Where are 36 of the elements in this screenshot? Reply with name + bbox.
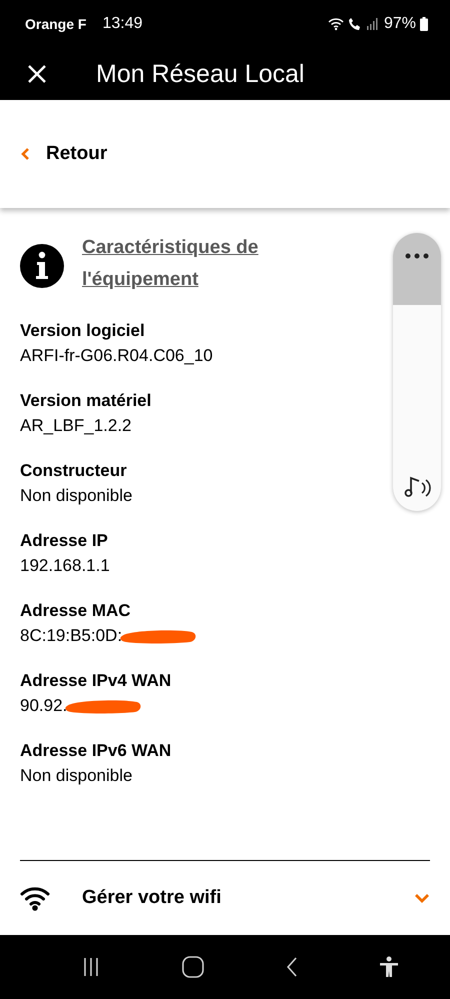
sound-icon[interactable] — [403, 475, 433, 499]
back-link[interactable]: Retour — [20, 143, 108, 165]
section-title-link[interactable]: Caractéristiques de l'équipement — [82, 232, 302, 296]
field-value: ARFI-fr-G06.R04.C06_10 — [20, 345, 213, 367]
wifi-icon — [328, 17, 344, 31]
field-value: 192.168.1.1 — [20, 555, 110, 577]
volume-slider[interactable] — [393, 233, 441, 511]
close-icon[interactable] — [27, 64, 47, 84]
field-label: Adresse IPv6 WAN — [20, 740, 172, 762]
battery-percent: 97% — [384, 15, 416, 33]
more-icon[interactable] — [405, 253, 429, 259]
signal-icon — [366, 18, 378, 30]
wifi-icon — [20, 885, 50, 911]
phone-icon — [348, 17, 362, 31]
accordion-header[interactable]: Gérer votre wifi — [0, 861, 450, 935]
carrier-name: Orange F — [25, 16, 86, 32]
field-value: Non disponible — [20, 765, 132, 787]
field-value: 8C:19:B5:0D: — [20, 625, 122, 647]
battery-icon — [420, 17, 428, 31]
field-label: Adresse MAC — [20, 600, 132, 622]
info-icon — [20, 244, 64, 288]
field-value: 90.92. — [20, 695, 68, 717]
clock-time: 13:49 — [102, 15, 143, 33]
field-label: Constructeur — [20, 460, 128, 482]
accessibility-icon[interactable] — [379, 956, 400, 978]
field-label: Adresse IPv4 WAN — [20, 670, 172, 692]
field-label: Adresse IP — [20, 530, 109, 552]
chevron-left-icon — [20, 147, 30, 161]
home-icon[interactable] — [182, 956, 204, 978]
accordion-label: Gérer votre wifi — [82, 887, 222, 909]
field-label: Version logiciel — [20, 320, 146, 342]
field-label: Version matériel — [20, 390, 152, 412]
field-value: Non disponible — [20, 485, 132, 507]
field-value: AR_LBF_1.2.2 — [20, 415, 132, 437]
window-title: Mon Réseau Local — [96, 60, 304, 88]
back-icon[interactable] — [286, 957, 298, 977]
